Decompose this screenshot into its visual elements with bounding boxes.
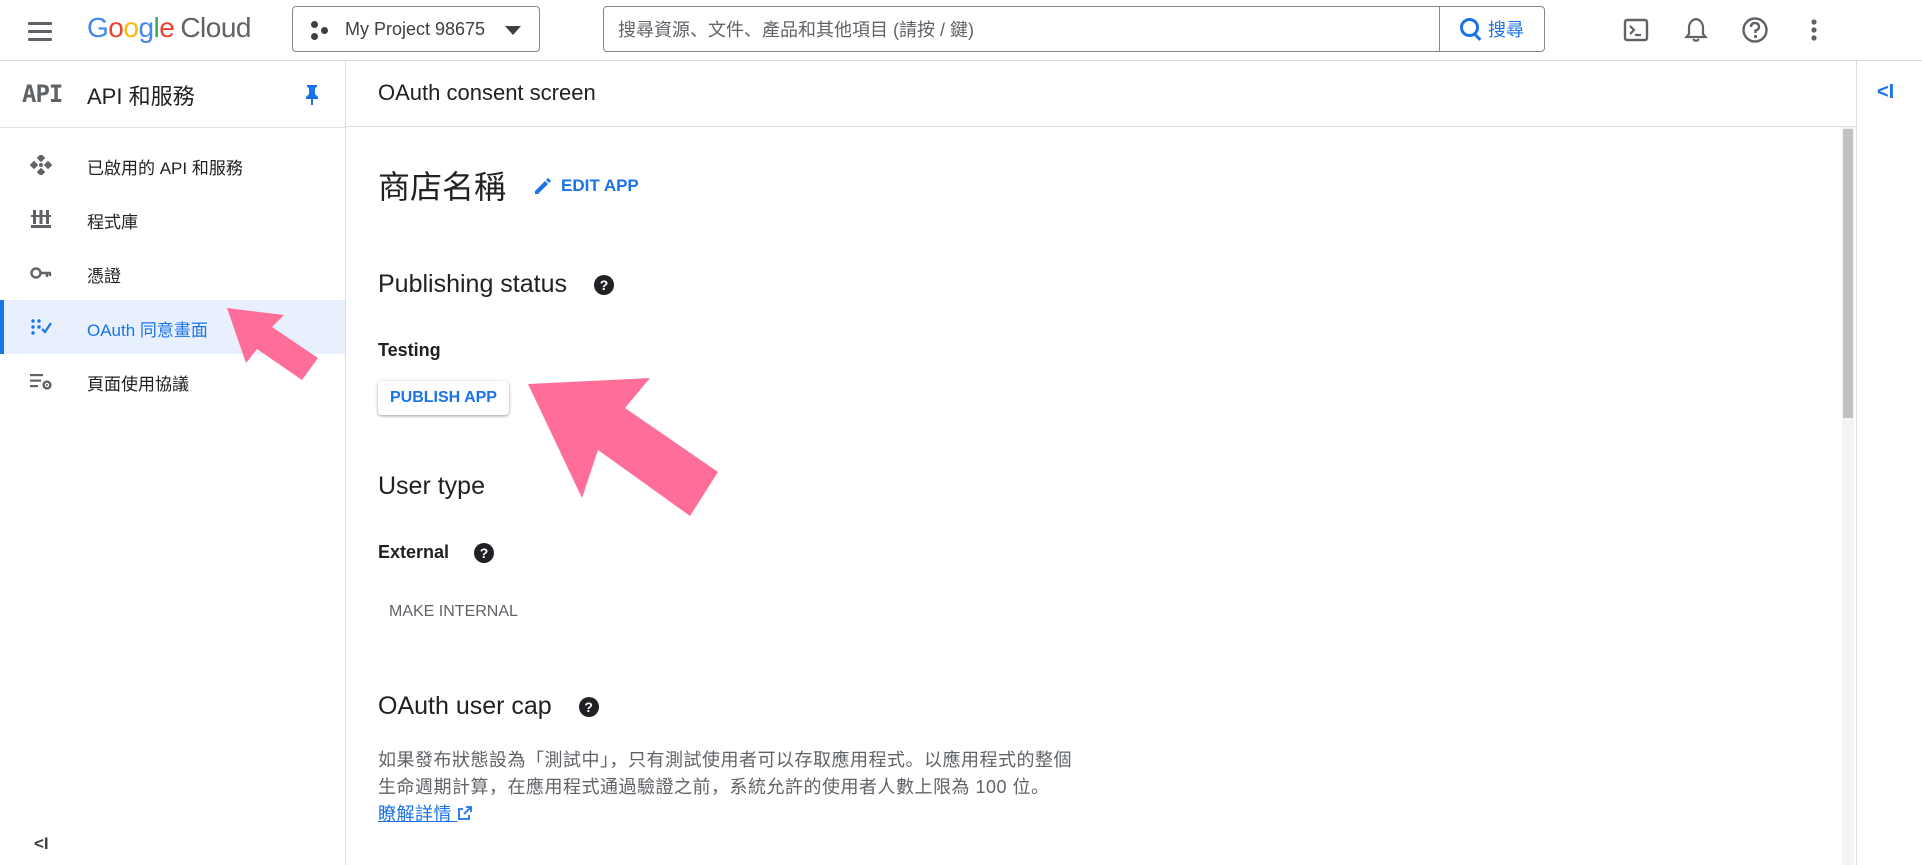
search-button[interactable]: 搜尋: [1439, 7, 1544, 51]
sidebar: API API 和服務 已啟用的 API 和服務 程式庫 憑證 OAuth 同意…: [0, 61, 346, 865]
key-icon: [30, 267, 52, 279]
right-panel: <I: [1856, 61, 1922, 865]
help-circle-icon[interactable]: ?: [578, 697, 599, 718]
user-type-value: External: [378, 542, 450, 562]
api-dots-icon: [30, 155, 52, 175]
project-dots-icon: [311, 21, 331, 41]
bell-icon[interactable]: [1679, 13, 1713, 47]
logo-google-text: Google: [87, 12, 175, 43]
top-bar: Google Cloud My Project 98675 搜尋: [0, 0, 1922, 61]
logo-cloud-text: Cloud: [180, 12, 251, 43]
edit-app-label: EDIT APP: [561, 176, 639, 195]
publishing-status-heading-text: Publishing status: [378, 270, 568, 298]
expand-panel-button[interactable]: <I: [1877, 81, 1894, 104]
page-title: OAuth consent screen: [378, 80, 596, 105]
project-selector[interactable]: My Project 98675: [292, 6, 540, 52]
user-cap-text: 如果發布狀態設為「測試中」，只有測試使用者可以存取應用程式。以應用程式的整個生命…: [378, 750, 1072, 797]
publishing-status-value: Testing: [378, 340, 441, 360]
collapse-sidebar-button[interactable]: <I: [34, 834, 49, 854]
pencil-icon: [535, 178, 551, 194]
help-circle-icon[interactable]: ?: [474, 543, 495, 564]
sidebar-header: API API 和服務: [0, 61, 345, 128]
sidebar-item-oauth-consent[interactable]: OAuth 同意畫面: [0, 300, 345, 354]
chevron-down-icon: [505, 26, 521, 35]
help-circle-icon[interactable]: ?: [593, 275, 614, 296]
annotation-arrow: [528, 378, 718, 516]
oauth-icon: [31, 319, 52, 335]
edit-app-button[interactable]: EDIT APP: [533, 176, 639, 196]
app-name: 商店名稱: [378, 169, 507, 205]
more-vert-icon[interactable]: [1797, 13, 1831, 47]
sidebar-item-library[interactable]: 程式庫: [0, 192, 345, 246]
oauth-user-cap-heading-text: OAuth user cap: [378, 692, 552, 720]
search-icon: [1460, 18, 1482, 41]
sidebar-item-credentials[interactable]: 憑證: [0, 246, 345, 300]
project-name: My Project 98675: [345, 19, 486, 39]
help-icon[interactable]: [1738, 13, 1772, 47]
make-internal-button[interactable]: MAKE INTERNAL: [389, 603, 518, 621]
oauth-user-cap-heading: OAuth user cap ?: [378, 692, 599, 721]
user-type-heading: User type: [378, 472, 485, 500]
search-bar: 搜尋: [603, 6, 1720, 52]
external-link-icon: [457, 806, 472, 820]
api-logo: API: [22, 80, 63, 108]
search-button-label: 搜尋: [1488, 20, 1524, 40]
publishing-status-heading: Publishing status ?: [378, 270, 614, 299]
sidebar-item-label: 程式庫: [87, 213, 138, 232]
sidebar-item-label: 頁面使用協議: [87, 375, 189, 394]
scrollbar-thumb[interactable]: [1843, 129, 1853, 418]
search-input[interactable]: [616, 13, 1720, 47]
menu-icon[interactable]: [28, 16, 58, 46]
user-type-row: External ?: [378, 542, 495, 564]
sidebar-item-label: 已啟用的 API 和服務: [87, 159, 243, 178]
sidebar-item-page-usage-agreements[interactable]: 頁面使用協議: [0, 354, 345, 408]
pin-icon[interactable]: [304, 84, 320, 106]
main-header: OAuth consent screen: [346, 61, 1856, 127]
sidebar-item-label: OAuth 同意畫面: [87, 321, 208, 340]
sidebar-nav: 已啟用的 API 和服務 程式庫 憑證 OAuth 同意畫面 頁面使用協議: [0, 138, 345, 408]
user-cap-description: 如果發布狀態設為「測試中」，只有測試使用者可以存取應用程式。以應用程式的整個生命…: [378, 747, 1078, 828]
google-cloud-logo[interactable]: Google Cloud: [87, 12, 251, 44]
sidebar-item-label: 憑證: [87, 267, 121, 286]
terminal-icon[interactable]: [1619, 13, 1653, 47]
sidebar-item-enabled-apis[interactable]: 已啟用的 API 和服務: [0, 138, 345, 192]
library-icon: [31, 210, 51, 228]
learn-more-link[interactable]: 瞭解詳情: [378, 804, 472, 824]
publish-app-button[interactable]: PUBLISH APP: [378, 381, 509, 415]
learn-more-label: 瞭解詳情: [378, 804, 452, 824]
settings-list-icon: [30, 374, 52, 390]
sidebar-title: API 和服務: [87, 84, 195, 109]
